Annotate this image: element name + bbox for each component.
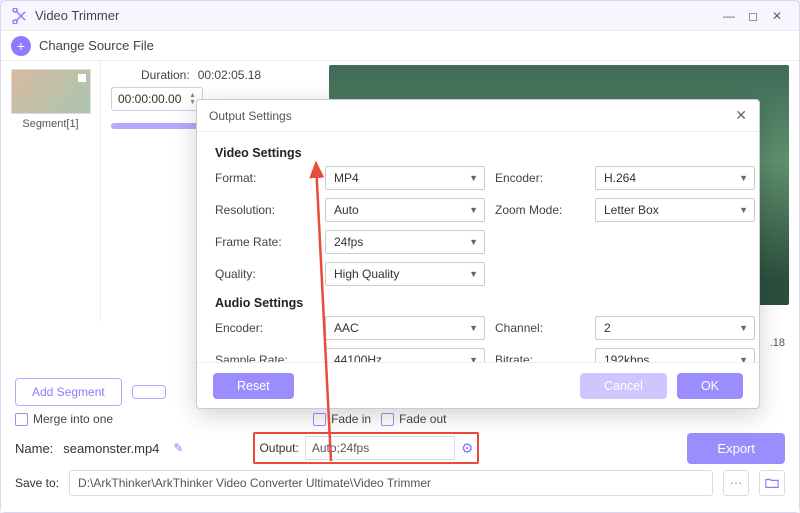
output-settings-dialog: Output Settings ✕ Video Settings Format:… <box>196 99 760 409</box>
channel-label: Channel: <box>495 321 585 335</box>
save-to-label: Save to: <box>15 476 59 490</box>
channel-select[interactable]: 2 <box>595 316 755 340</box>
checkbox-icon <box>15 413 28 426</box>
duration-label: Duration: <box>141 68 190 82</box>
pencil-icon[interactable]: ✎ <box>173 441 183 455</box>
quality-select[interactable]: High Quality <box>325 262 485 286</box>
dialog-header: Output Settings ✕ <box>197 100 759 132</box>
zoom-mode-label: Zoom Mode: <box>495 203 585 217</box>
toolbar: + Change Source File <box>1 31 799 61</box>
encoder-select[interactable]: H.264 <box>595 166 755 190</box>
plus-icon[interactable]: + <box>11 36 31 56</box>
segment-thumbnail[interactable] <box>11 69 91 114</box>
ok-button[interactable]: OK <box>677 373 743 399</box>
maximize-button[interactable]: ◻ <box>741 6 765 26</box>
sample-rate-select[interactable]: 44100Hz <box>325 348 485 362</box>
checkbox-icon <box>313 413 326 426</box>
gear-icon[interactable]: ⚙ <box>461 440 474 457</box>
save-path-input[interactable] <box>69 470 713 496</box>
merge-checkbox[interactable]: Merge into one <box>15 412 113 426</box>
secondary-outline-button[interactable] <box>132 385 166 399</box>
bitrate-label: Bitrate: <box>495 353 585 362</box>
change-source-button[interactable]: Change Source File <box>39 38 154 53</box>
export-button[interactable]: Export <box>687 433 785 464</box>
open-folder-button[interactable] <box>759 470 785 496</box>
resolution-label: Resolution: <box>215 203 315 217</box>
fade-out-checkbox[interactable]: Fade out <box>381 412 446 426</box>
end-timecode-fragment: .18 <box>770 337 785 349</box>
segment-panel: Segment[1] <box>1 61 101 321</box>
duration-value: 00:02:05.18 <box>198 68 261 82</box>
audio-encoder-label: Encoder: <box>215 321 315 335</box>
checkbox-icon <box>381 413 394 426</box>
titlebar: Video Trimmer — ◻ ✕ <box>1 1 799 31</box>
output-label: Output: <box>259 441 298 455</box>
encoder-label: Encoder: <box>495 171 585 185</box>
output-box: Output: ⚙ <box>253 432 479 464</box>
dialog-footer: Reset Cancel OK <box>197 362 759 408</box>
close-button[interactable]: ✕ <box>765 6 789 26</box>
dialog-title: Output Settings <box>209 109 292 123</box>
frame-rate-select[interactable]: 24fps <box>325 230 485 254</box>
name-label: Name: <box>15 441 53 456</box>
app-title: Video Trimmer <box>35 8 717 23</box>
app-window: Video Trimmer — ◻ ✕ + Change Source File… <box>0 0 800 513</box>
name-value: seamonster.mp4 <box>63 441 159 456</box>
audio-encoder-select[interactable]: AAC <box>325 316 485 340</box>
dialog-body: Video Settings Format: MP4 Encoder: H.26… <box>197 132 759 362</box>
bitrate-select[interactable]: 192kbps <box>595 348 755 362</box>
add-segment-button[interactable]: Add Segment <box>15 378 122 406</box>
frame-rate-label: Frame Rate: <box>215 235 315 249</box>
quality-label: Quality: <box>215 267 315 281</box>
more-button[interactable]: ⋯ <box>723 470 749 496</box>
format-label: Format: <box>215 171 315 185</box>
start-timecode-input[interactable]: 00:00:00.00 ▲▼ <box>111 87 203 111</box>
scissors-icon <box>11 8 27 24</box>
minimize-button[interactable]: — <box>717 6 741 26</box>
dialog-close-button[interactable]: ✕ <box>735 107 747 124</box>
output-summary-input[interactable] <box>305 436 455 460</box>
format-select[interactable]: MP4 <box>325 166 485 190</box>
cancel-button[interactable]: Cancel <box>580 373 667 399</box>
video-settings-heading: Video Settings <box>215 146 741 160</box>
resolution-select[interactable]: Auto <box>325 198 485 222</box>
audio-settings-heading: Audio Settings <box>215 296 741 310</box>
reset-button[interactable]: Reset <box>213 373 294 399</box>
segment-label: Segment[1] <box>1 118 100 130</box>
sample-rate-label: Sample Rate: <box>215 353 315 362</box>
fade-in-checkbox[interactable]: Fade in <box>313 412 371 426</box>
zoom-mode-select[interactable]: Letter Box <box>595 198 755 222</box>
